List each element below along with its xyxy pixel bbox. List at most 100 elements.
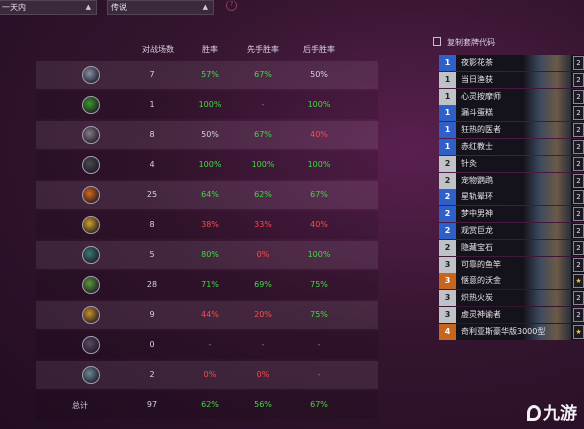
watermark-logo: 九游: [527, 399, 577, 424]
help-icon[interactable]: ?: [226, 0, 237, 11]
mana-cost: 1: [439, 55, 456, 71]
win-rate-cell: 0%: [203, 370, 217, 379]
card-count: 2: [573, 123, 584, 138]
card-art: [523, 206, 571, 223]
games-cell: 2: [149, 370, 155, 379]
card-art: [523, 273, 571, 290]
card-count: 2: [573, 173, 584, 188]
copy-deck-code-label: 复制套牌代码: [447, 38, 495, 47]
win-rate-cell: 71%: [201, 280, 219, 289]
second-win-rate-cell: 40%: [310, 130, 328, 139]
win-rate-cell: -: [208, 340, 212, 349]
win-rate-cell: 57%: [201, 70, 219, 79]
card-name: 星轨晕环: [461, 192, 493, 202]
warrior-class-icon: [82, 126, 100, 144]
warlock-class-icon: [82, 186, 100, 204]
card-art: [523, 88, 571, 105]
total-win-cell: 62%: [201, 400, 219, 409]
header-games: 对战场数: [142, 45, 174, 54]
copy-icon: [433, 37, 441, 46]
deck-card[interactable]: 3 可靠的鱼竿 2: [439, 256, 584, 273]
deck-card[interactable]: 1 赤红教士 2: [439, 138, 584, 155]
card-name: 漏斗蛋糕: [461, 108, 493, 118]
total-label: 总计: [72, 401, 88, 410]
card-art: [523, 71, 571, 88]
card-name: 狂热的医者: [461, 125, 501, 135]
card-name: 炽热火炭: [461, 293, 493, 303]
deck-card[interactable]: 1 漏斗蛋糕 2: [439, 105, 584, 122]
mana-cost: 1: [439, 88, 456, 105]
chevron-up-icon: ▲: [202, 3, 208, 11]
table-row: 9 44% 20% 75%: [36, 301, 378, 329]
card-art: [523, 172, 571, 189]
win-rate-cell: 100%: [198, 100, 222, 109]
total-games-cell: 97: [146, 400, 158, 409]
second-win-rate-cell: 67%: [310, 190, 328, 199]
deck-card[interactable]: 2 观赏巨龙 2: [439, 222, 584, 239]
table-row: 8 38% 33% 40%: [36, 211, 378, 239]
copy-deck-code-button[interactable]: 复制套牌代码: [433, 37, 495, 48]
card-art: [523, 222, 571, 239]
card-name: 心灵按摩师: [461, 91, 501, 101]
games-cell: 0: [149, 340, 155, 349]
table-row: 4 100% 100% 100%: [36, 151, 378, 179]
first-win-rate-cell: 20%: [254, 310, 272, 319]
win-rate-cell: 80%: [201, 250, 219, 259]
deck-card[interactable]: 2 星轨晕环 2: [439, 189, 584, 206]
card-count: 2: [573, 89, 584, 104]
card-art: [523, 189, 571, 206]
hunter-class-icon: [82, 96, 100, 114]
card-name: 宠物鹦鹉: [461, 175, 493, 185]
watermark-text: 九游: [543, 404, 577, 424]
deck-card[interactable]: 2 隐藏宝石 2: [439, 239, 584, 256]
mana-cost: 1: [439, 122, 456, 139]
table-row: 2 0% 0% -: [36, 361, 378, 389]
card-count: 2: [573, 56, 584, 70]
card-art: [523, 138, 571, 155]
games-cell: 7: [149, 70, 155, 79]
first-win-rate-cell: -: [261, 340, 265, 349]
deck-card[interactable]: 2 针灸 2: [439, 155, 584, 172]
mana-cost: 1: [439, 138, 456, 155]
header-second-win-rate: 后手胜率: [303, 45, 335, 54]
second-win-rate-cell: 100%: [307, 160, 331, 169]
druid-class-icon: [82, 276, 100, 294]
win-rate-cell: 64%: [201, 190, 219, 199]
card-art: [523, 256, 571, 273]
table-row: 25 64% 62% 67%: [36, 181, 378, 209]
deck-card[interactable]: 3 虚灵神谕者 2: [439, 306, 584, 323]
jiuyou-logo-icon: [527, 405, 541, 421]
card-name: 针灸: [461, 158, 477, 168]
table-row: 0 - - -: [36, 331, 378, 359]
first-win-rate-cell: 33%: [254, 220, 272, 229]
win-rate-cell: 38%: [201, 220, 219, 229]
table-row: 28 71% 69% 75%: [36, 271, 378, 299]
header-first-win-rate: 先手胜率: [247, 45, 279, 54]
card-count: 2: [573, 156, 584, 171]
time-filter-dropdown[interactable]: 一天内 ▲: [0, 0, 97, 15]
deck-card[interactable]: 1 心灵按摩师 2: [439, 88, 584, 105]
deck-card[interactable]: 2 梦中男神 2: [439, 206, 584, 223]
first-win-rate-cell: 69%: [254, 280, 272, 289]
rank-filter-dropdown[interactable]: 传说 ▲: [107, 0, 214, 15]
deck-card[interactable]: 3 炽热火炭 2: [439, 290, 584, 307]
deck-card[interactable]: 1 狂热的医者 2: [439, 122, 584, 139]
second-win-rate-cell: 100%: [307, 100, 331, 109]
card-count: 2: [573, 257, 584, 272]
deck-card[interactable]: 3 惬意的沃金 ★: [439, 273, 584, 290]
rogue-class-icon: [82, 156, 100, 174]
deck-card[interactable]: 2 宠物鹦鹉 2: [439, 172, 584, 189]
total-row: 总计 97 62% 56% 67%: [36, 391, 378, 419]
card-art: [523, 105, 571, 122]
deck-card[interactable]: 4 奇利亚斯豪华版3000型 ★: [439, 323, 584, 340]
death-knight-class-icon: [82, 366, 100, 384]
win-rate-cell: 50%: [201, 130, 219, 139]
deck-card[interactable]: 1 夜影花茶 2: [439, 55, 584, 71]
card-name: 夜影花茶: [461, 58, 493, 67]
card-count: 2: [573, 291, 584, 306]
card-art: [523, 290, 571, 307]
deck-card[interactable]: 1 当日渔获 2: [439, 71, 584, 88]
table-row: 8 50% 67% 40%: [36, 121, 378, 149]
games-cell: 8: [149, 130, 155, 139]
card-art: [523, 239, 571, 256]
